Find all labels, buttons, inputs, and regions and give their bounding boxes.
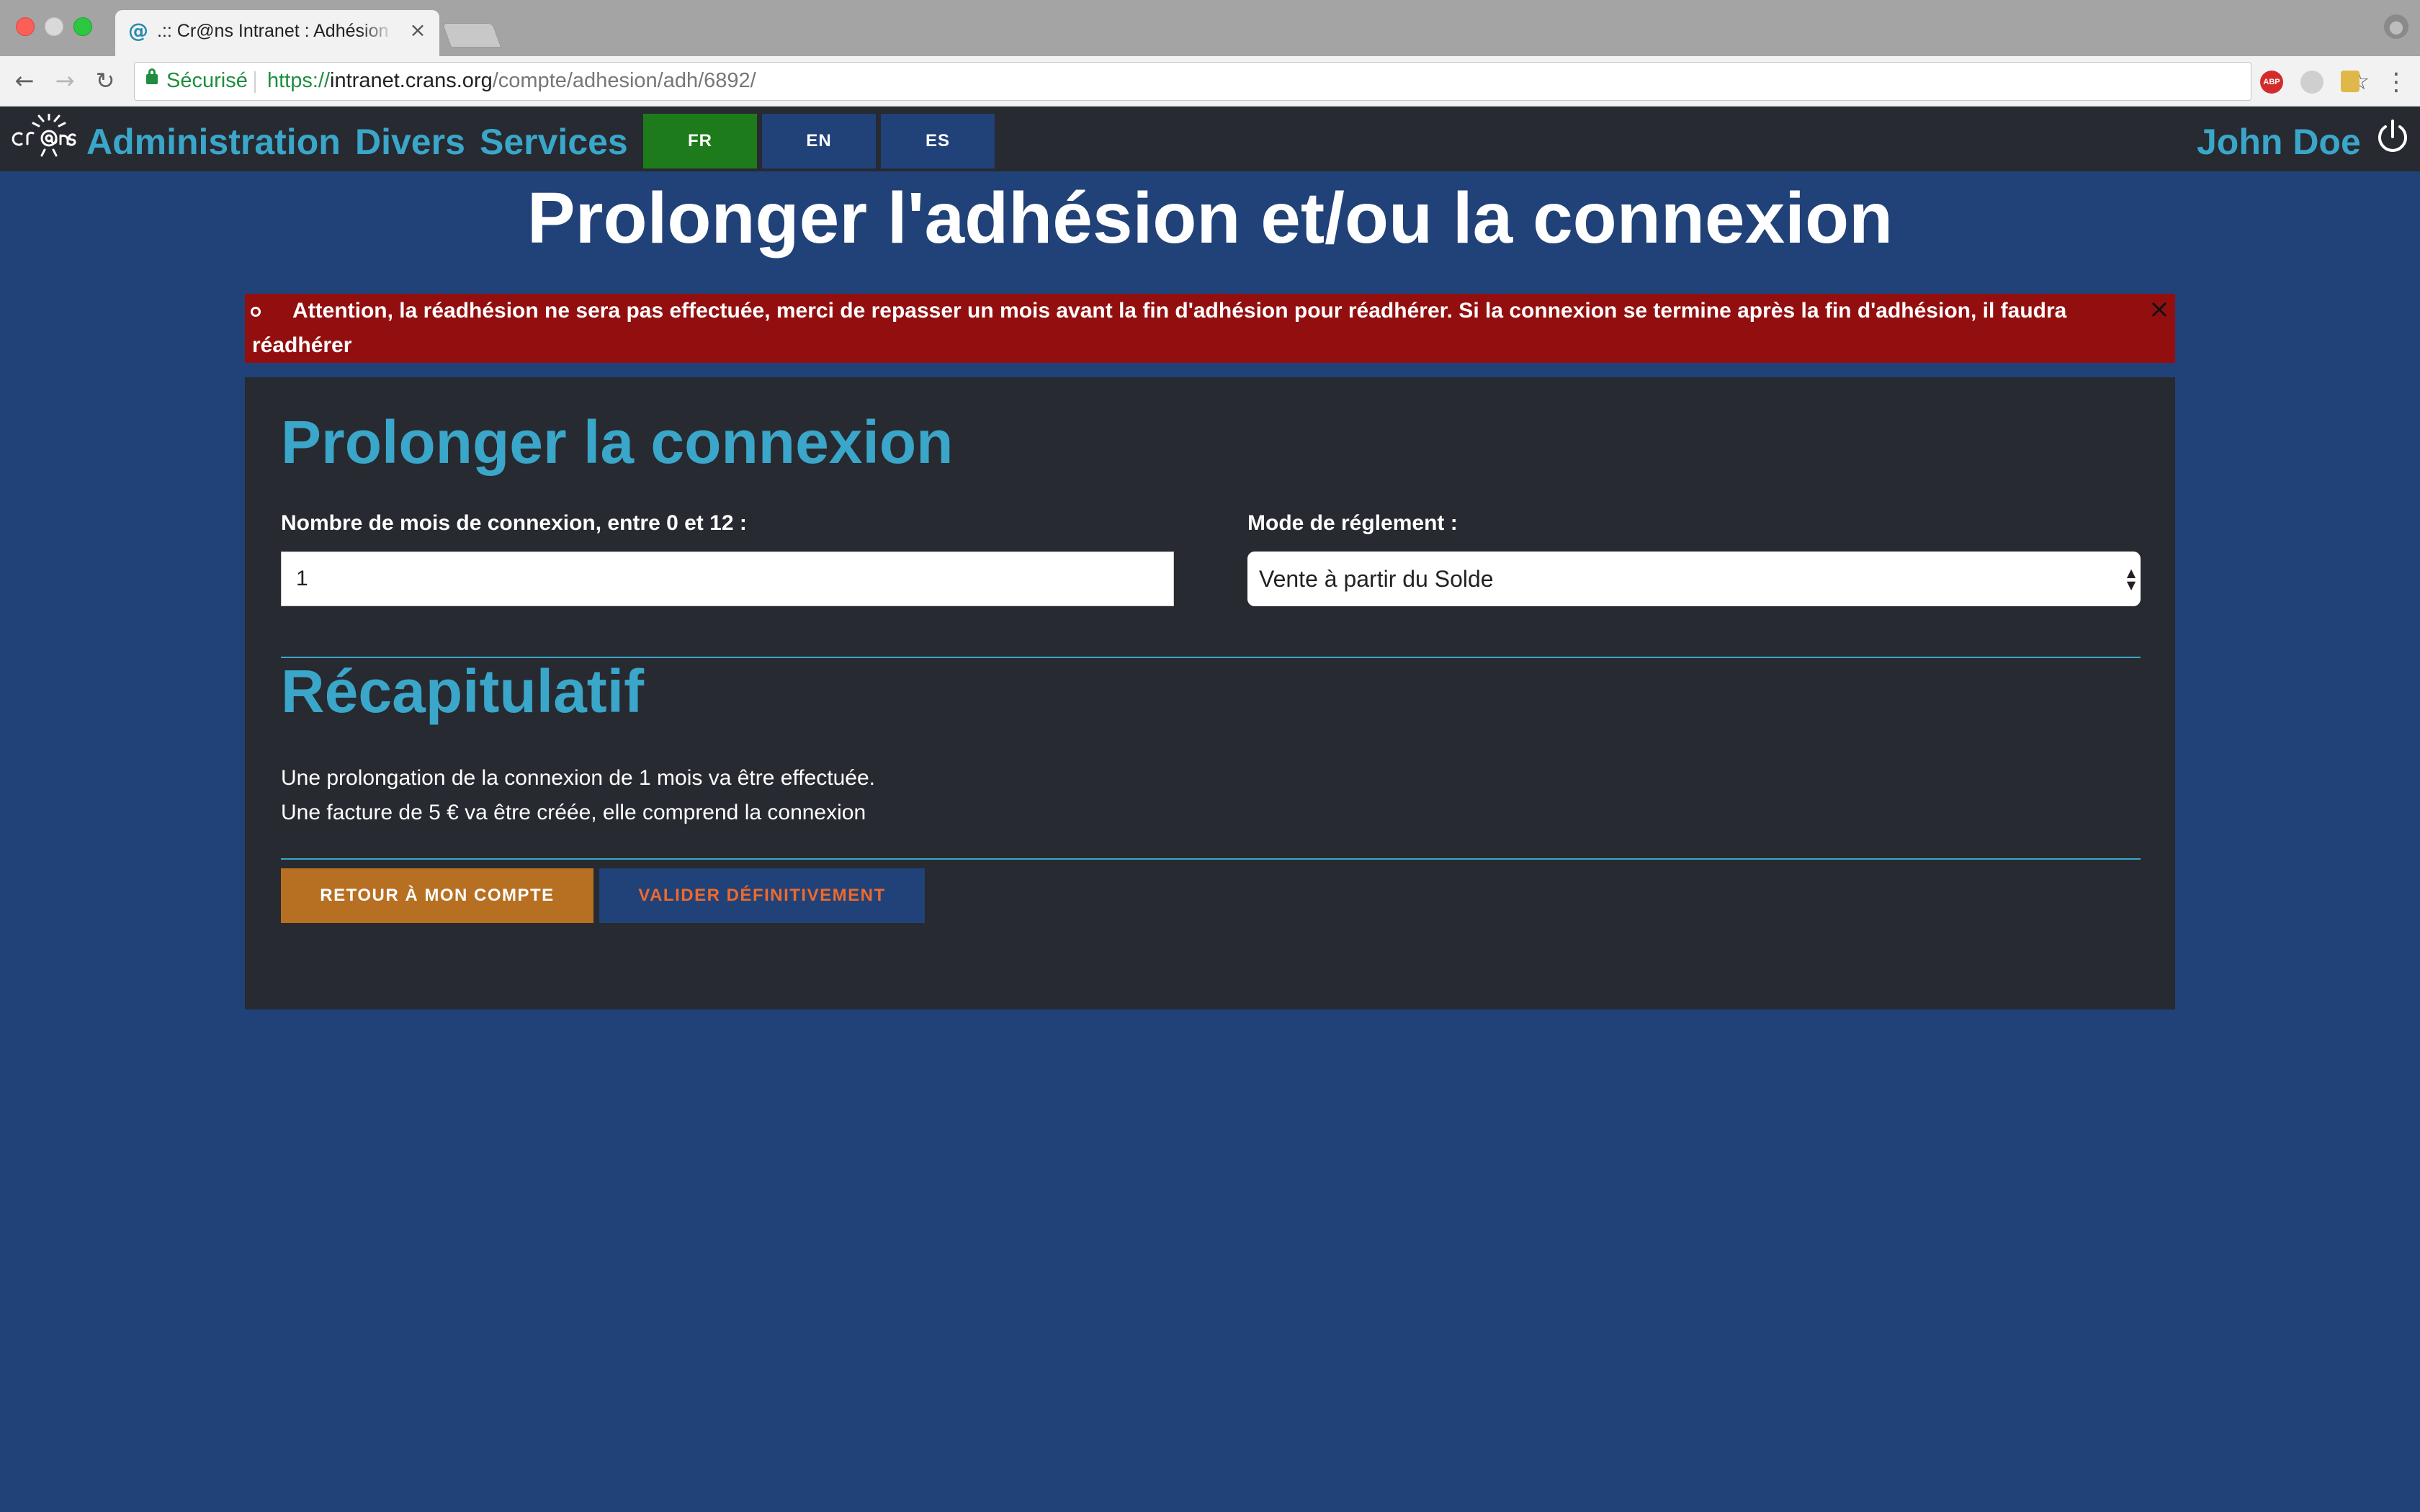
recap-line-facture: Une facture de 5 € va être créée, elle c… <box>281 801 866 824</box>
browser-profile-icon[interactable]: ● <box>2384 14 2408 39</box>
extension-form-panel: Prolonger la connexion Nombre de mois de… <box>245 377 2175 1009</box>
alert-message: Attention, la réadhésion ne sera pas eff… <box>252 299 2067 357</box>
browser-tabstrip: @ .:: Cr@ns Intranet : Adhésion et conne… <box>0 0 2420 56</box>
lock-icon <box>146 68 158 84</box>
crans-favicon-icon: @ <box>128 19 148 42</box>
alert-close-icon[interactable]: × <box>2146 297 2172 323</box>
tab-title: .:: Cr@ns Intranet : Adhésion et connexi… <box>157 21 395 41</box>
recap-line-connexion: Une prolongation de la connexion de 1 mo… <box>281 766 875 790</box>
extension-icon[interactable] <box>2341 71 2360 92</box>
months-input[interactable] <box>281 552 1174 606</box>
address-separator <box>254 71 256 93</box>
address-bar[interactable]: Sécurisé https://intranet.crans.org/comp… <box>134 62 2370 101</box>
adblock-extension-icon[interactable]: ABP <box>2260 71 2283 94</box>
window-minimize-button[interactable] <box>45 17 63 36</box>
window-close-button[interactable] <box>16 17 35 36</box>
nav-link-administration[interactable]: Administration <box>86 121 341 163</box>
months-label: Nombre de mois de connexion, entre 0 et … <box>281 511 747 535</box>
site-navbar: Administration Divers Services FR EN ES … <box>0 107 2420 171</box>
nav-link-services[interactable]: Services <box>480 121 628 163</box>
reload-icon[interactable]: ↻ <box>91 66 120 95</box>
warning-alert: Attention, la réadhésion ne sera pas eff… <box>245 294 2175 363</box>
user-name-link[interactable]: John Doe <box>2197 121 2361 163</box>
secure-label: Sécurisé <box>166 69 248 92</box>
language-en-button[interactable]: EN <box>762 114 876 168</box>
forward-arrow-icon[interactable]: → <box>50 66 79 95</box>
tab-close-icon[interactable]: × <box>406 18 429 42</box>
back-to-account-button[interactable]: RETOUR À MON COMPTE <box>281 868 593 923</box>
url-host: intranet.crans.org <box>330 69 493 92</box>
language-es-button[interactable]: ES <box>881 114 995 168</box>
page-title: Prolonger l'adhésion et/ou la connexion <box>526 178 1894 258</box>
url-scheme: https:// <box>267 69 331 92</box>
url-text[interactable]: https://intranet.crans.org/compte/adhesi… <box>267 69 756 93</box>
section-heading-recapitulatif: Récapitulatif <box>281 657 645 725</box>
drive-extension-icon[interactable] <box>2300 71 2323 94</box>
confirm-button[interactable]: VALIDER DÉFINITIVEMENT <box>599 868 925 923</box>
payment-mode-value: Vente à partir du Solde <box>1259 566 1494 592</box>
browser-tab-active[interactable]: @ .:: Cr@ns Intranet : Adhésion et conne… <box>115 10 439 56</box>
power-logout-icon[interactable] <box>2372 117 2413 157</box>
url-path: /compte/adhesion/adh/6892/ <box>492 69 756 92</box>
actions-divider <box>281 858 2141 860</box>
new-tab-button[interactable] <box>442 23 502 48</box>
payment-mode-select[interactable]: Vente à partir du Solde ▲ ▼ <box>1247 552 2141 606</box>
window-maximize-button[interactable] <box>73 17 92 36</box>
nav-link-divers[interactable]: Divers <box>355 121 465 163</box>
browser-menu-icon[interactable]: ⋮ <box>2384 68 2408 96</box>
crans-logo-icon[interactable] <box>7 114 76 164</box>
select-arrows-icon: ▲ ▼ <box>2126 566 2136 592</box>
back-arrow-icon[interactable]: ← <box>10 66 39 95</box>
alert-bullet-icon <box>251 307 261 317</box>
section-heading-prolonger: Prolonger la connexion <box>281 408 954 476</box>
language-fr-button[interactable]: FR <box>643 114 757 168</box>
payment-mode-label: Mode de réglement : <box>1247 511 1458 535</box>
browser-toolbar: ← → ↻ Sécurisé https://intranet.crans.or… <box>0 56 2420 107</box>
